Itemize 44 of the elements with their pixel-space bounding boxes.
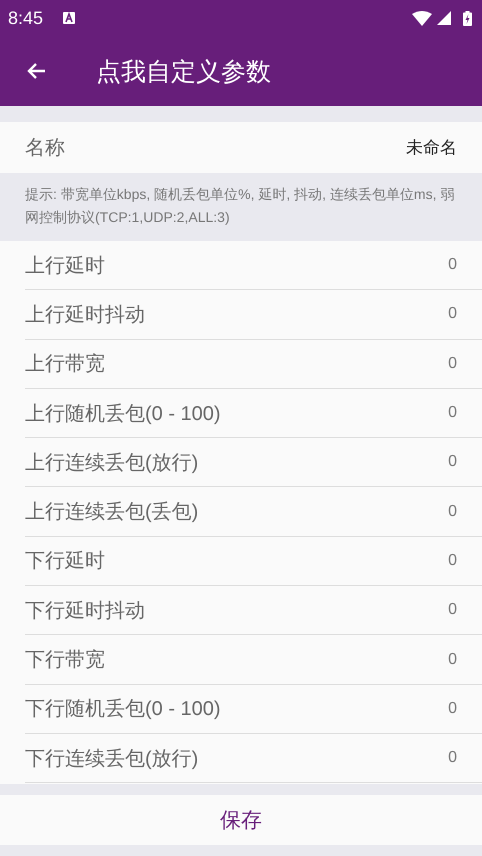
param-row[interactable]: 上行带宽 0 xyxy=(25,340,482,389)
signal-icon xyxy=(437,11,451,25)
param-value: 0 xyxy=(448,354,457,373)
param-label: 下行延时抖动 xyxy=(25,598,145,624)
param-label: 上行连续丢包(放行) xyxy=(25,450,198,476)
status-time: 8:45 xyxy=(8,8,44,28)
param-label: 下行随机丢包(0 - 100) xyxy=(25,697,221,722)
name-row[interactable]: 名称 未命名 xyxy=(0,122,482,173)
param-label: 上行延时 xyxy=(25,254,105,279)
param-value: 0 xyxy=(448,502,457,521)
param-label: 上行连续丢包(丢包) xyxy=(25,500,198,526)
param-value: 0 xyxy=(448,404,457,422)
battery-icon xyxy=(463,10,472,26)
param-row[interactable]: 上行随机丢包(0 - 100) 0 xyxy=(25,388,482,438)
param-row[interactable]: 下行延时抖动 0 xyxy=(25,586,482,636)
param-label: 上行延时抖动 xyxy=(25,302,145,328)
param-label: 下行带宽 xyxy=(25,648,105,674)
screen-title: 点我自定义参数 xyxy=(96,56,271,88)
param-value: 0 xyxy=(448,453,457,472)
param-row[interactable]: 下行随机丢包(0 - 100) 0 xyxy=(25,684,482,734)
param-row[interactable]: 下行延时 0 xyxy=(25,536,482,586)
param-row[interactable]: 上行延时 0 xyxy=(25,241,482,290)
notification-icon xyxy=(63,12,76,24)
param-value: 0 xyxy=(448,256,457,274)
param-row[interactable]: 上行连续丢包(放行) 0 xyxy=(25,438,482,488)
hint-text: 提示: 带宽单位kbps, 随机丢包单位%, 延时, 抖动, 连续丢包单位ms, 弱网控制协议(TCP:1,UDP:2,ALL:3) xyxy=(24,185,456,227)
param-row[interactable]: 上行延时抖动 0 xyxy=(25,290,482,340)
param-value: 0 xyxy=(448,650,457,669)
param-row[interactable]: 下行连续丢包(放行) 0 xyxy=(25,734,482,784)
param-row[interactable]: 上行连续丢包(丢包) 0 xyxy=(25,487,482,537)
wifi-icon xyxy=(412,10,432,26)
param-value: 0 xyxy=(448,749,457,768)
param-label: 上行带宽 xyxy=(25,352,105,378)
param-value: 0 xyxy=(448,552,457,570)
save-button[interactable]: 保存 xyxy=(212,802,270,838)
param-value: 0 xyxy=(448,305,457,324)
param-value: 0 xyxy=(448,601,457,620)
param-label: 上行随机丢包(0 - 100) xyxy=(25,402,221,427)
param-value: 0 xyxy=(448,700,457,718)
param-row[interactable]: 下行带宽 0 xyxy=(25,635,482,685)
param-label: 下行连续丢包(放行) xyxy=(25,746,198,772)
name-label: 名称 xyxy=(25,136,65,161)
param-label: 下行延时 xyxy=(25,549,105,574)
name-value: 未命名 xyxy=(406,137,457,159)
